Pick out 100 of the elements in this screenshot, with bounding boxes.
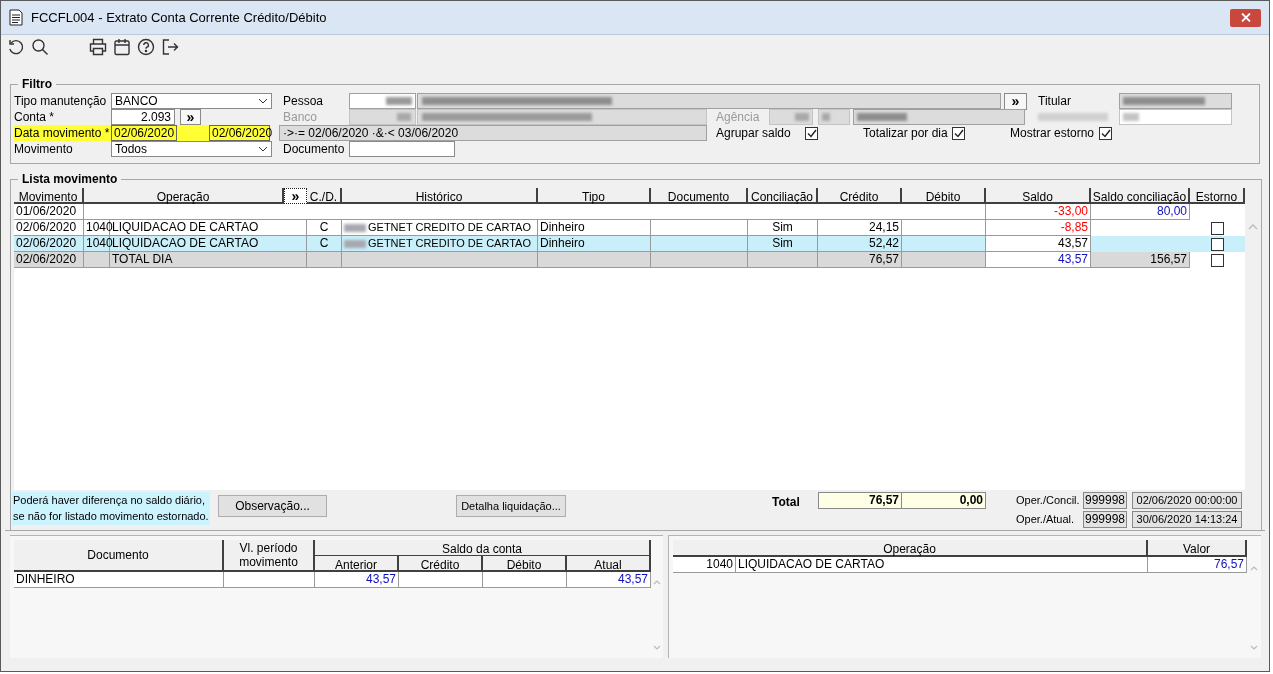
highlight-strip bbox=[177, 125, 209, 141]
table-cell: GETNET CREDITO DE CARTAO bbox=[368, 220, 531, 235]
datetime-field: 02/06/2020 00:00:00 bbox=[1132, 492, 1242, 509]
column-header: Documento bbox=[651, 188, 748, 204]
blurred-text bbox=[1038, 113, 1108, 121]
column-header: Saldo conciliação bbox=[1091, 188, 1190, 204]
checkbox[interactable] bbox=[1211, 253, 1224, 267]
expand-button[interactable]: » bbox=[284, 188, 307, 204]
checkbox-label: Mostrar estorno bbox=[1010, 125, 1096, 142]
blurred-text bbox=[344, 239, 366, 248]
table-cell: DINHEIRO bbox=[14, 572, 224, 588]
document-icon bbox=[9, 9, 23, 26]
date-field[interactable]: 02/06/2020 bbox=[111, 125, 177, 141]
dropdown[interactable]: Todos bbox=[111, 141, 272, 157]
blurred-text bbox=[386, 97, 412, 105]
panel-title: Lista movimento bbox=[21, 171, 119, 188]
column-header: Anterior bbox=[315, 556, 399, 572]
code-field: 999998 bbox=[1083, 492, 1127, 509]
help-icon[interactable] bbox=[137, 38, 155, 56]
checkbox-label: Totalizar por dia bbox=[863, 125, 949, 142]
column-header: Tipo bbox=[538, 188, 651, 204]
table-cell: 156,57 bbox=[1091, 252, 1190, 268]
table-cell: TOTAL DIA bbox=[110, 252, 307, 268]
search-button[interactable]: » bbox=[1004, 92, 1027, 110]
column-header: Estorno bbox=[1190, 188, 1245, 204]
field-label: Conta * bbox=[14, 109, 56, 126]
checkbox-label: Agrupar saldo bbox=[716, 125, 792, 142]
field-label: Documento bbox=[283, 141, 346, 158]
input-field: ·>·= 02/06/2020 ·&·< 03/06/2020 bbox=[279, 125, 707, 141]
table-cell: 43,57 bbox=[567, 572, 651, 588]
checkbox[interactable] bbox=[1211, 237, 1224, 251]
table-cell: 76,57 bbox=[818, 252, 902, 268]
warning-note: Poderá haver diferença no saldo diário, se não for listado movimento estornado. bbox=[12, 492, 210, 525]
field-label: Agência bbox=[716, 109, 761, 126]
field-label: Oper./Concil. bbox=[1016, 493, 1081, 509]
field-label: Data movimento * bbox=[14, 125, 111, 141]
column-header: C./D. bbox=[307, 188, 342, 204]
column-header: Crédito bbox=[818, 188, 902, 204]
table-cell: 80,00 bbox=[1091, 204, 1190, 220]
code-field: 999998 bbox=[1083, 511, 1127, 528]
column-header: Vl. período movimento bbox=[224, 540, 315, 572]
total-field: 76,57 bbox=[818, 492, 902, 509]
blurred-text bbox=[857, 113, 907, 121]
panel-title: Filtro bbox=[21, 76, 53, 93]
total-label: Total bbox=[772, 494, 801, 511]
checkbox[interactable] bbox=[1099, 126, 1112, 140]
column-header: Débito bbox=[902, 188, 986, 204]
table-cell: 43,57 bbox=[986, 236, 1091, 252]
blurred-text bbox=[1123, 113, 1139, 121]
field-label: Titular bbox=[1038, 93, 1072, 110]
details-button[interactable]: Detalha liquidação... bbox=[456, 495, 566, 517]
column-header: Crédito bbox=[399, 556, 483, 572]
blurred-text bbox=[795, 113, 809, 121]
column-header: Conciliação bbox=[748, 188, 818, 204]
column-header: Saldo da conta bbox=[315, 540, 651, 556]
column-header: Documento bbox=[14, 540, 224, 572]
column-header: Movimento bbox=[14, 188, 84, 204]
observation-button[interactable]: Observação... bbox=[218, 495, 327, 517]
column-header: Valor bbox=[1148, 540, 1247, 557]
column-header: Débito bbox=[483, 556, 567, 572]
field-label: Tipo manutenção bbox=[14, 93, 108, 110]
column-header: Operação bbox=[84, 188, 284, 204]
column-header: Histórico bbox=[342, 188, 538, 204]
blurred-text bbox=[822, 113, 830, 121]
chevron-down-icon bbox=[258, 146, 268, 152]
column-header: Saldo bbox=[986, 188, 1091, 204]
table-cell: 01/06/2020 bbox=[14, 204, 84, 220]
datetime-field: 30/06/2020 14:13:24 bbox=[1132, 511, 1242, 528]
table-cell: LIQUIDACAO DE CARTAO bbox=[736, 557, 1148, 573]
search-button[interactable]: » bbox=[180, 109, 201, 125]
exit-icon[interactable] bbox=[161, 38, 179, 56]
input-field[interactable] bbox=[349, 93, 416, 109]
undo-icon[interactable] bbox=[7, 38, 25, 56]
table-cell: 02/06/2020 bbox=[14, 252, 84, 268]
column-header: Operação bbox=[673, 540, 1148, 557]
input-field[interactable]: 2.093 bbox=[111, 109, 175, 125]
calendar-icon[interactable] bbox=[113, 38, 131, 56]
checkbox[interactable] bbox=[952, 126, 965, 140]
print-icon[interactable] bbox=[89, 38, 107, 56]
search-icon[interactable] bbox=[31, 38, 49, 56]
window-title: FCCFL004 - Extrato Conta Corrente Crédito/Débito bbox=[31, 8, 327, 27]
input-field[interactable] bbox=[349, 141, 455, 157]
close-button[interactable] bbox=[1230, 8, 1261, 27]
checkbox[interactable] bbox=[1211, 221, 1224, 235]
table-cell: 1040 bbox=[673, 557, 736, 573]
column-header: Atual bbox=[567, 556, 651, 572]
table-row[interactable]: 02/06/2020 TOTAL DIA 76,57 43,57 156,57 bbox=[14, 252, 1245, 268]
table-row[interactable]: 01/06/2020 -33,00 80,00 bbox=[14, 204, 1245, 220]
table-cell: 43,57 bbox=[986, 252, 1091, 268]
checkbox[interactable] bbox=[805, 126, 818, 140]
dropdown[interactable]: BANCO bbox=[111, 93, 272, 109]
field-label: Oper./Atual. bbox=[1016, 512, 1076, 528]
field-label: Banco bbox=[283, 109, 319, 126]
table-cell: -8,85 bbox=[986, 220, 1091, 236]
table-cell: 43,57 bbox=[315, 572, 399, 588]
total-field: 0,00 bbox=[902, 492, 986, 509]
field-label: Pessoa bbox=[283, 93, 325, 110]
close-icon bbox=[1240, 13, 1251, 22]
chevron-down-icon bbox=[258, 98, 268, 104]
blurred-text bbox=[397, 113, 411, 121]
